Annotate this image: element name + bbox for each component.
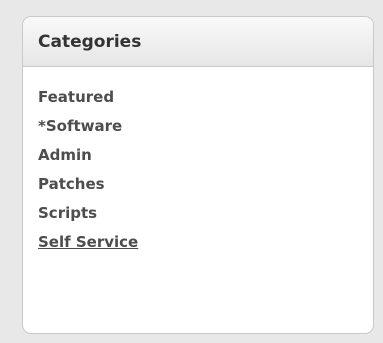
category-item-self-service: Self Service xyxy=(38,228,373,257)
panel-header: Categories xyxy=(23,17,373,67)
category-item-scripts: Scripts xyxy=(38,199,373,228)
category-link-featured[interactable]: Featured xyxy=(38,88,114,106)
category-list: Featured *Software Admin Patches Scripts… xyxy=(23,67,373,257)
category-link-scripts[interactable]: Scripts xyxy=(38,204,97,222)
categories-panel: Categories Featured *Software Admin Patc… xyxy=(22,16,374,334)
category-link-self-service[interactable]: Self Service xyxy=(38,233,138,251)
category-item-patches: Patches xyxy=(38,170,373,199)
category-item-software: *Software xyxy=(38,112,373,141)
category-item-featured: Featured xyxy=(38,83,373,112)
category-link-patches[interactable]: Patches xyxy=(38,175,105,193)
category-link-admin[interactable]: Admin xyxy=(38,146,92,164)
panel-title: Categories xyxy=(38,31,142,52)
category-item-admin: Admin xyxy=(38,141,373,170)
category-link-software[interactable]: *Software xyxy=(38,117,122,135)
